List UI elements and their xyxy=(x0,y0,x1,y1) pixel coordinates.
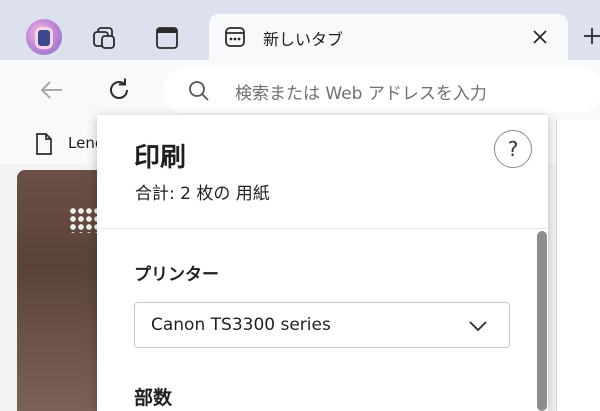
help-icon[interactable]: ? xyxy=(494,130,532,168)
new-tab-background xyxy=(17,170,107,411)
scroll-thumb[interactable] xyxy=(537,231,547,411)
profile-avatar[interactable] xyxy=(26,19,62,55)
tab-title: 新しいタブ xyxy=(263,30,344,49)
address-placeholder: 検索または Web アドレスを入力 xyxy=(235,84,487,104)
tab-strip: 新しいタブ xyxy=(0,0,600,60)
workspaces-icon[interactable] xyxy=(90,24,118,52)
print-dialog: 印刷 合計: 2 枚の 用紙 ? プリンター Canon TS3300 seri… xyxy=(97,115,548,411)
printer-select[interactable]: Canon TS3300 series xyxy=(134,302,510,348)
refresh-icon[interactable] xyxy=(104,75,134,105)
printer-label: プリンター xyxy=(134,265,219,285)
search-icon xyxy=(189,81,209,101)
tab-new-tab[interactable]: 新しいタブ xyxy=(209,14,568,60)
toolbar: 検索または Web アドレスを入力 xyxy=(0,60,600,122)
vertical-tabs-icon[interactable] xyxy=(153,24,181,52)
printer-value: Canon TS3300 series xyxy=(151,315,331,335)
scrollbar[interactable] xyxy=(536,229,548,411)
back-arrow-icon[interactable] xyxy=(38,76,66,104)
address-bar[interactable]: 検索または Web アドレスを入力 xyxy=(163,67,600,113)
print-preview-pane xyxy=(556,120,600,411)
dialog-title: 印刷 xyxy=(134,143,187,173)
document-icon xyxy=(36,133,52,155)
chevron-down-icon xyxy=(469,321,487,332)
close-icon[interactable] xyxy=(530,27,550,47)
plus-icon[interactable] xyxy=(582,26,600,46)
copies-label: 部数 xyxy=(134,387,173,409)
new-tab-page-icon xyxy=(225,27,245,47)
divider xyxy=(97,228,548,229)
sheet-summary: 合計: 2 枚の 用紙 xyxy=(135,184,270,204)
